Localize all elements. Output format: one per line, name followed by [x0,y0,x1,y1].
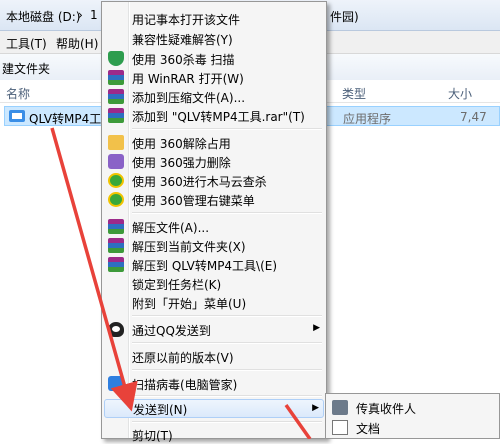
menu-item-extract-here[interactable]: 解压到当前文件夹(X) [104,236,324,255]
menu-tools[interactable]: 工具(T) [6,35,47,52]
pc-manager-icon [108,376,124,391]
submenu-item-fax[interactable]: 传真收件人 [328,398,499,417]
winrar-icon [108,70,124,85]
column-name[interactable]: 名称 [6,85,30,102]
menu-separator [132,128,322,130]
menu-separator [132,342,322,344]
menu-item-extract[interactable]: 解压文件(A)... [104,217,324,236]
winrar-icon [108,238,124,253]
winrar-icon [108,89,124,104]
menu-item-add-rar[interactable]: 添加到 "QLV转MP4工具.rar"(T) [104,106,324,125]
send-to-submenu: 传真收件人 文档 [325,393,500,439]
menu-item-open-notepad[interactable]: 用记事本打开该文件 [104,9,324,28]
context-menu: 用记事本打开该文件 兼容性疑难解答(Y) 使用 360杀毒 扫描 用 WinRA… [101,1,327,443]
menu-item-cut[interactable]: 剪切(T) [104,425,324,444]
file-size: 7,47 [460,110,487,124]
folder-icon [108,135,124,150]
column-type[interactable]: 类型 [342,85,366,102]
document-icon [332,420,348,435]
menu-item-scan-virus[interactable]: 扫描病毒(电脑管家) [104,374,324,393]
submenu-item-documents[interactable]: 文档 [328,418,499,437]
winrar-icon [108,257,124,272]
menu-separator [132,369,322,371]
360-icon [108,173,124,188]
menu-separator [132,315,322,317]
winrar-icon [108,219,124,234]
submenu-arrow-icon: ▶ [313,323,320,333]
qq-icon [108,322,124,337]
shredder-icon [108,154,124,169]
menu-item-winrar-open[interactable]: 用 WinRAR 打开(W) [104,68,324,87]
360-icon [108,192,124,207]
menu-item-pin-start[interactable]: 附到「开始」菜单(U) [104,293,324,312]
application-icon [9,110,25,122]
menu-item-restore-versions[interactable]: 还原以前的版本(V) [104,347,324,366]
menu-separator [132,212,322,214]
new-folder-button[interactable]: 建文件夹 [2,60,50,77]
menu-item-add-archive[interactable]: 添加到压缩文件(A)... [104,87,324,106]
breadcrumb-separator: › [78,8,83,22]
menu-item-360-manage-menu[interactable]: 使用 360管理右键菜单 [104,190,324,209]
menu-separator [132,421,322,423]
menu-separator [132,395,322,397]
shield-icon [108,51,124,66]
breadcrumb-drive[interactable]: 本地磁盘 (D:) [6,8,80,25]
menu-item-compatibility[interactable]: 兼容性疑难解答(Y) [104,29,324,48]
winrar-icon [108,108,124,123]
menu-item-send-qq[interactable]: 通过QQ发送到 ▶ [104,320,324,339]
menu-item-send-to[interactable]: 发送到(N) ▶ [104,399,324,418]
breadcrumb-folder[interactable]: 1 [90,8,98,22]
breadcrumb-folder-tail[interactable]: 件园) [330,8,359,25]
menu-item-extract-to-folder[interactable]: 解压到 QLV转MP4工具\(E) [104,255,324,274]
menu-item-360-force-delete[interactable]: 使用 360强力删除 [104,152,324,171]
menu-item-pin-taskbar[interactable]: 锁定到任务栏(K) [104,274,324,293]
menu-item-360-scan[interactable]: 使用 360杀毒 扫描 [104,49,324,68]
menu-item-360-trojan-scan[interactable]: 使用 360进行木马云查杀 [104,171,324,190]
fax-icon [332,400,348,415]
menu-help[interactable]: 帮助(H) [56,35,98,52]
file-type: 应用程序 [343,112,392,126]
menu-item-360-unlock[interactable]: 使用 360解除占用 [104,133,324,152]
submenu-arrow-icon: ▶ [312,403,319,413]
column-size[interactable]: 大小 [448,85,472,102]
